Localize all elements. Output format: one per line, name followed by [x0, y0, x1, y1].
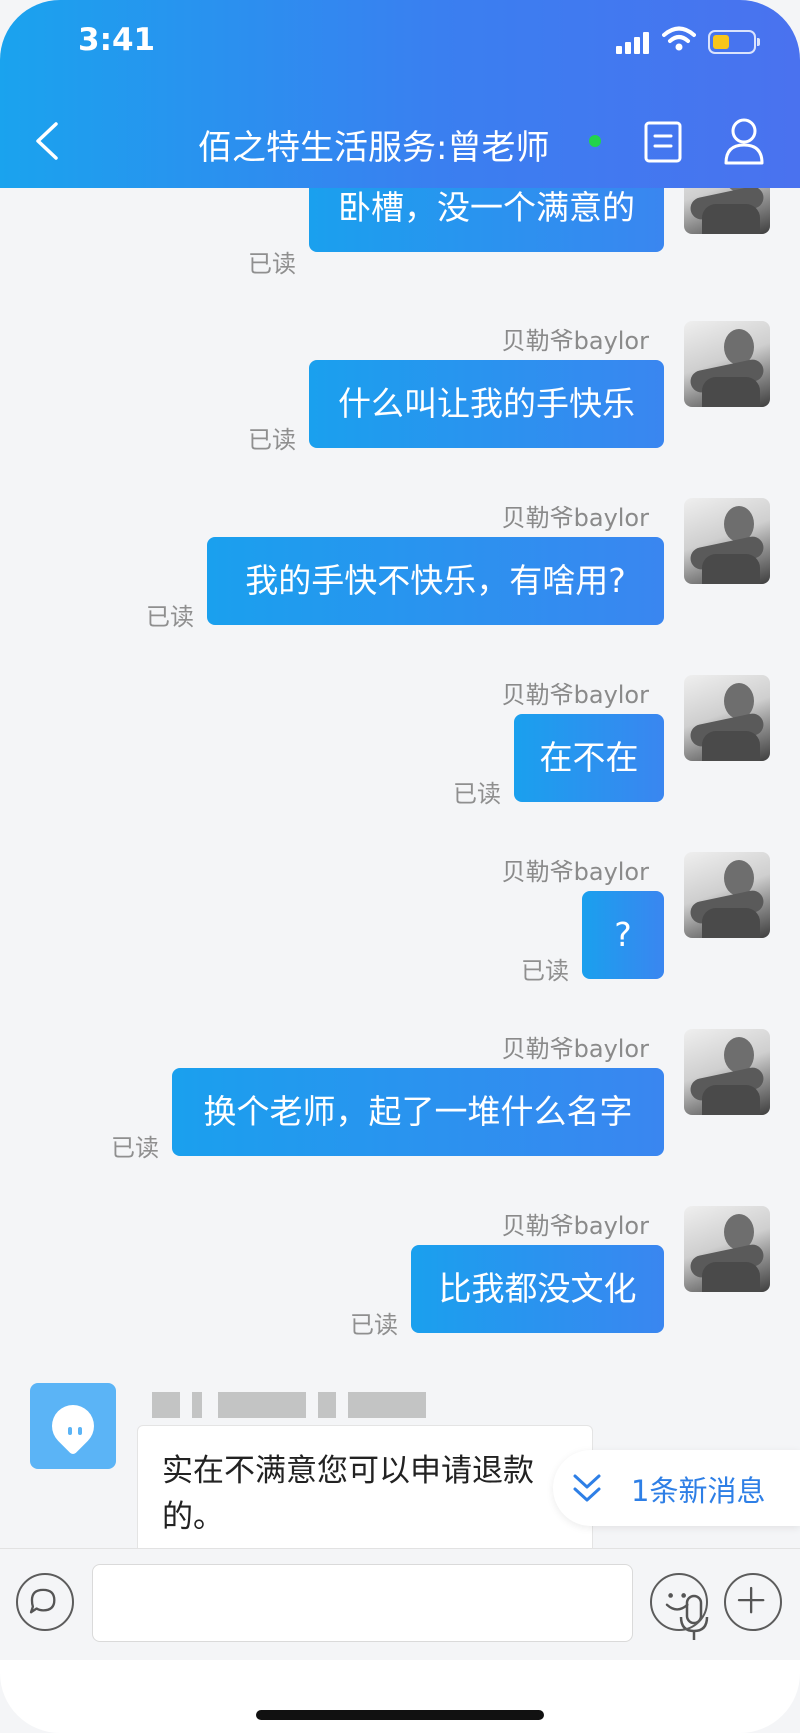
read-receipt: 已读 — [521, 957, 569, 985]
double-chevron-down-icon — [573, 1474, 601, 1502]
home-indicator[interactable] — [256, 1710, 544, 1720]
sender-avatar[interactable] — [684, 188, 770, 234]
back-button[interactable] — [28, 116, 68, 166]
sender-avatar[interactable] — [684, 498, 770, 584]
message-bubble[interactable]: 卧槽，没一个满意的 — [309, 188, 664, 252]
incoming-message-bubble[interactable]: 实在不满意您可以申请退款 的。 — [137, 1425, 593, 1555]
read-receipt: 已读 — [350, 1311, 398, 1339]
sender-avatar[interactable] — [684, 852, 770, 938]
chat-bubble-icon — [29, 1588, 56, 1614]
sender-avatar[interactable] — [684, 1029, 770, 1115]
message-bubble[interactable]: ? — [582, 891, 664, 979]
cellular-signal-icon — [616, 30, 652, 54]
plus-icon — [737, 1586, 765, 1614]
incoming-message-line: 实在不满意您可以申请退款 — [162, 1453, 534, 1489]
sender-name: 贝勒爷baylor — [501, 858, 649, 886]
wifi-icon — [662, 26, 696, 51]
sender-name: 贝勒爷baylor — [501, 504, 649, 532]
message-bubble[interactable]: 什么叫让我的手快乐 — [309, 360, 664, 448]
message-bubble[interactable]: 换个老师，起了一堆什么名字 — [172, 1068, 664, 1156]
incoming-message-line: 的。 — [162, 1499, 224, 1535]
user-profile-icon[interactable] — [722, 116, 766, 166]
blurred-sender-name — [152, 1392, 426, 1418]
message-bubble[interactable]: 我的手快不快乐，有啥用? — [207, 537, 664, 625]
chat-title: 佰之特生活服务:曾老师 — [198, 128, 550, 168]
read-receipt: 已读 — [146, 603, 194, 631]
sender-name: 贝勒爷baylor — [501, 1035, 649, 1063]
sender-avatar[interactable] — [684, 675, 770, 761]
battery-icon — [708, 30, 760, 54]
emoji-button[interactable] — [650, 1573, 708, 1631]
message-list[interactable]: 卧槽，没一个满意的 已读 贝勒爷baylor 什么叫让我的手快乐 已读 贝勒爷b… — [0, 188, 800, 1548]
document-icon[interactable] — [643, 120, 683, 164]
home-area — [0, 1660, 800, 1733]
phone-screen: 3:41 佰之特生活服务:曾老师 卧槽，没一个满意的 已读 贝勒爷baylor … — [0, 0, 800, 1733]
chat-header: 3:41 佰之特生活服务:曾老师 — [0, 0, 800, 188]
message-bubble[interactable]: 在不在 — [514, 714, 664, 802]
emoji-icon — [665, 1593, 689, 1611]
agent-avatar[interactable] — [30, 1383, 116, 1469]
plus-button[interactable] — [724, 1573, 782, 1631]
sender-name: 贝勒爷baylor — [501, 681, 649, 709]
new-message-button[interactable]: 1条新消息 — [553, 1450, 800, 1526]
status-time: 3:41 — [78, 22, 156, 58]
read-receipt: 已读 — [111, 1134, 159, 1162]
read-receipt: 已读 — [453, 780, 501, 808]
sender-name: 贝勒爷baylor — [501, 1212, 649, 1240]
read-receipt: 已读 — [248, 426, 296, 454]
read-receipt: 已读 — [248, 250, 296, 278]
new-message-label: 1条新消息 — [631, 1474, 766, 1508]
message-bubble[interactable]: 比我都没文化 — [411, 1245, 664, 1333]
sender-avatar[interactable] — [684, 1206, 770, 1292]
message-input[interactable] — [92, 1564, 709, 1642]
chat-bubble-button[interactable] — [16, 1573, 74, 1631]
input-bar — [0, 1548, 800, 1660]
online-status-dot — [589, 135, 601, 147]
sender-name: 贝勒爷baylor — [501, 327, 649, 355]
sender-avatar[interactable] — [684, 321, 770, 407]
